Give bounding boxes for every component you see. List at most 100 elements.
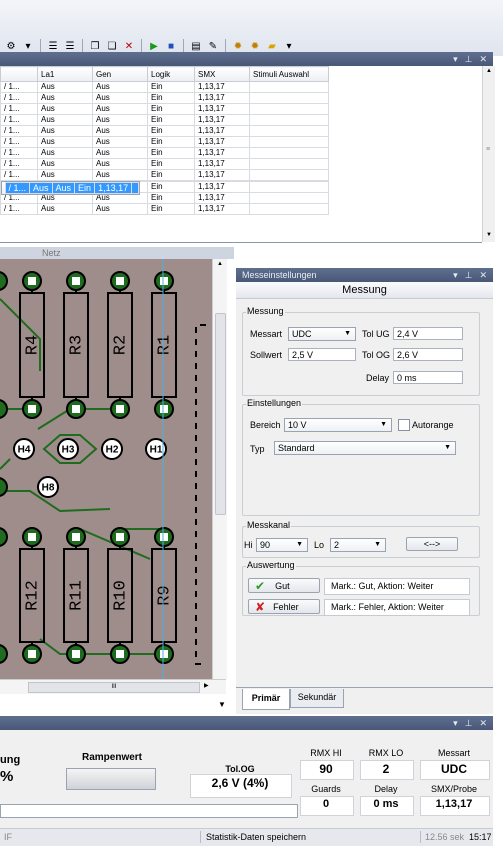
dock-menu-icon[interactable]: ▾ xyxy=(453,54,458,65)
auswertung-group-label: Auswertung xyxy=(246,560,296,570)
column-header-first[interactable] xyxy=(0,66,38,82)
list-collapse-icon[interactable]: ☰ xyxy=(46,39,60,53)
table-row[interactable]: / 1...AusAusEin1,13,17 xyxy=(0,125,329,137)
table-cell: Ein xyxy=(147,158,195,170)
copy-icon[interactable]: ❐ xyxy=(88,39,102,53)
scroll-grip-icon[interactable]: ≡ xyxy=(486,146,490,153)
pad xyxy=(0,644,8,664)
dropdown-icon[interactable]: ▾ xyxy=(21,39,35,53)
close-icon[interactable]: ✕ xyxy=(479,54,487,65)
rampenwert-label: Rampenwert xyxy=(81,752,142,763)
swap-button[interactable]: <--> xyxy=(406,537,458,551)
autorange-label: Autorange xyxy=(412,420,454,430)
pcb-horizontal-scrollbar[interactable]: III ▶ xyxy=(0,679,226,694)
tab-netz[interactable]: Netz xyxy=(42,248,61,258)
table-cell: Aus xyxy=(92,147,148,159)
status-clock: 15:17 xyxy=(469,832,492,842)
typ-select[interactable]: Standard ▼ xyxy=(274,441,456,455)
column-header[interactable]: SMX xyxy=(194,66,250,82)
table-cell: 1,13,17 xyxy=(194,203,250,215)
tolug-input[interactable]: 2,4 V xyxy=(393,327,463,340)
gut-button-label: Gut xyxy=(275,580,290,591)
bereich-label: Bereich xyxy=(250,420,281,430)
messart-select[interactable]: UDC ▼ xyxy=(288,327,356,341)
stop-icon[interactable]: ■ xyxy=(164,39,178,53)
table-cell: / 1... xyxy=(0,103,38,115)
table-row[interactable]: / 1...AusAusEin1,13,17 xyxy=(0,158,329,170)
dock-menu-icon[interactable]: ▾ xyxy=(453,270,458,281)
pcb-resistors-bottom: R12 R11 R10 R9 xyxy=(19,527,177,664)
scroll-thumb[interactable] xyxy=(215,313,226,515)
scroll-up-icon[interactable]: ▲ xyxy=(486,68,492,74)
hi-select[interactable]: 90 ▼ xyxy=(256,538,308,552)
pcb-tab-strip: Netz xyxy=(0,247,234,259)
pad-label: H4 xyxy=(18,445,31,456)
table-row[interactable]: / 1...AusAusEin1,13,17 xyxy=(0,203,329,215)
table-cell: / 1... xyxy=(0,203,38,215)
toolbar-separator xyxy=(225,39,226,53)
dock-menu-icon[interactable]: ▾ xyxy=(453,718,458,729)
pad-hole xyxy=(72,405,80,413)
settings-header: Messung xyxy=(236,282,493,299)
paste-icon[interactable]: ❏ xyxy=(105,39,119,53)
gut-button[interactable]: ✔ Gut xyxy=(248,578,320,593)
table-cell: 1,13,17 xyxy=(194,103,250,115)
pad-hole xyxy=(72,533,80,541)
pin-icon[interactable]: ⊥ xyxy=(465,54,473,65)
dock-title: Messeinstellungen xyxy=(242,270,317,280)
tab-primaer[interactable]: Primär xyxy=(242,689,290,710)
scroll-up-icon[interactable]: ▲ xyxy=(217,261,223,267)
typ-value: Standard xyxy=(278,443,315,453)
pin-icon[interactable]: ⊥ xyxy=(465,270,473,281)
scroll-down-icon[interactable]: ▼ xyxy=(486,232,492,238)
table-cell: Aus xyxy=(92,81,148,93)
rampenwert-bar xyxy=(66,768,156,790)
list-expand-icon[interactable]: ☰ xyxy=(63,39,77,53)
settings-icon[interactable]: ⚙ xyxy=(4,39,18,53)
table-row[interactable]: / 1...AusAusEin1,13,17 xyxy=(0,136,329,148)
table-scrollbar[interactable]: ▲ ≡ ▼ xyxy=(482,66,495,242)
panel-dropdown-icon[interactable]: ▼ xyxy=(218,700,226,709)
table-row[interactable]: / 1...AusAusEin1,13,17 xyxy=(0,169,329,181)
save-icon[interactable]: ▤ xyxy=(189,39,203,53)
pcb-layout-view[interactable]: R4 R3 R2 R1 R12 R11 R10 R9 H4 H3 H2 H1 H8 xyxy=(0,259,212,679)
table-cell: 1,13,17 xyxy=(194,169,250,181)
folder-icon[interactable]: ▰ xyxy=(265,39,279,53)
close-icon[interactable]: ✕ xyxy=(479,718,487,729)
table-row[interactable]: / 1...AusAusEin1,13,17 xyxy=(0,92,329,104)
fehler-button[interactable]: ✘ Fehler xyxy=(248,599,320,614)
table-cell xyxy=(249,181,329,193)
table-row[interactable]: / 1...AusAusEin1,13,17 xyxy=(0,103,329,115)
dropdown-icon[interactable]: ▾ xyxy=(282,39,296,53)
column-header[interactable]: Logik xyxy=(147,66,195,82)
table-row[interactable]: / 1...AusAusEin1,13,17 xyxy=(0,81,329,93)
column-header[interactable]: Stimuli Auswahl xyxy=(249,66,329,82)
tab-sekundaer[interactable]: Sekundär xyxy=(290,689,344,708)
column-header[interactable]: La1 xyxy=(37,66,93,82)
lo-select[interactable]: 2 ▼ xyxy=(330,538,386,552)
table-row[interactable]: / 1...AusAusEin1,13,17 xyxy=(0,114,329,126)
toolbar-separator xyxy=(82,39,83,53)
delete-icon[interactable]: ✕ xyxy=(122,39,136,53)
delay-input[interactable]: 0 ms xyxy=(393,371,463,384)
autorange-checkbox[interactable] xyxy=(398,419,410,431)
scroll-thumb[interactable]: III xyxy=(28,682,200,693)
tools-icon[interactable]: ✎ xyxy=(206,39,220,53)
resistor-label: R3 xyxy=(67,335,86,355)
pcb-vertical-scrollbar[interactable]: ▲ xyxy=(212,259,227,679)
sollwert-input[interactable]: 2,5 V xyxy=(288,348,356,361)
table-row[interactable]: / 1...AusAusEin1,13,17 xyxy=(0,181,141,195)
guards-value: 0 xyxy=(322,798,330,810)
table-row[interactable]: / 1...AusAusEin1,13,17 xyxy=(0,147,329,159)
tolog-input[interactable]: 2,6 V xyxy=(393,348,463,361)
column-header[interactable]: Gen xyxy=(92,66,148,82)
gears-icon[interactable]: ✹ xyxy=(248,39,262,53)
gear-icon[interactable]: ✹ xyxy=(231,39,245,53)
scroll-right-icon[interactable]: ▶ xyxy=(204,682,209,689)
pad-label: H1 xyxy=(150,445,163,456)
table-cell xyxy=(249,103,329,115)
pin-icon[interactable]: ⊥ xyxy=(465,718,473,729)
play-icon[interactable]: ▶ xyxy=(147,39,161,53)
close-icon[interactable]: ✕ xyxy=(479,270,487,281)
bereich-select[interactable]: 10 V ▼ xyxy=(284,418,392,432)
